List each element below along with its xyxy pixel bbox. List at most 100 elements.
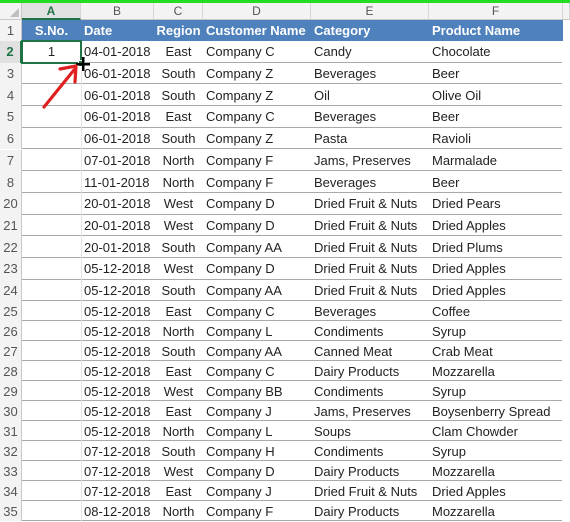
cell-region[interactable]: South	[154, 128, 203, 150]
cell-sno[interactable]	[22, 171, 81, 193]
cell-product[interactable]: Crab Meat	[429, 341, 563, 361]
cell-customer[interactable]: Company D	[203, 193, 311, 215]
row-number[interactable]: 29	[0, 381, 22, 402]
header-cell-customer-name[interactable]: Customer Name	[203, 20, 311, 41]
cell-region[interactable]: North	[154, 421, 203, 441]
cell-category[interactable]: Soups	[311, 421, 429, 441]
cell-sno[interactable]	[22, 321, 81, 341]
row-number[interactable]: 6	[0, 127, 22, 150]
cell-category[interactable]: Dried Fruit & Nuts	[311, 481, 429, 501]
row-number[interactable]: 26	[0, 321, 22, 342]
header-cell-s-no[interactable]: S.No.	[22, 20, 81, 41]
cell-date[interactable]: 08-12-2018	[81, 501, 154, 521]
row-number[interactable]: 8	[0, 171, 22, 193]
cell-category[interactable]: Jams, Preserves	[311, 401, 429, 421]
cell-date[interactable]: 07-01-2018	[81, 150, 154, 172]
cell-date[interactable]: 06-01-2018	[81, 63, 154, 85]
cell-region[interactable]: South	[154, 84, 203, 106]
cell-product[interactable]: Boysenberry Spread	[429, 401, 563, 421]
cell-product[interactable]: Dried Apples	[429, 258, 563, 280]
header-cell-product-name[interactable]: Product Name	[429, 20, 563, 41]
cell-product[interactable]: Syrup	[429, 321, 563, 341]
cell-region[interactable]: West	[154, 215, 203, 237]
cell-region[interactable]: North	[154, 321, 203, 341]
row-number[interactable]: 1	[0, 20, 22, 41]
cell-region[interactable]: North	[154, 171, 203, 193]
cell-region[interactable]: West	[154, 258, 203, 280]
cell-product[interactable]: Chocolate	[429, 41, 563, 63]
cell-customer[interactable]: Company C	[203, 301, 311, 321]
cell-product[interactable]: Mozzarella	[429, 461, 563, 481]
column-header-d[interactable]: D	[203, 3, 311, 20]
cell-category[interactable]: Dairy Products	[311, 501, 429, 521]
header-cell-date[interactable]: Date	[81, 20, 154, 41]
cell-sno[interactable]	[22, 236, 81, 258]
cell-date[interactable]: 11-01-2018	[81, 171, 154, 193]
column-header-a[interactable]: A	[22, 3, 81, 20]
cell-category[interactable]: Dried Fruit & Nuts	[311, 236, 429, 258]
cell-category[interactable]: Beverages	[311, 106, 429, 128]
cell-sno[interactable]	[22, 401, 81, 421]
row-number[interactable]: 31	[0, 421, 22, 442]
cell-category[interactable]: Oil	[311, 84, 429, 106]
cell-product[interactable]: Ravioli	[429, 128, 563, 150]
cell-product[interactable]: Syrup	[429, 441, 563, 461]
row-number[interactable]: 30	[0, 401, 22, 422]
cell-sno[interactable]	[22, 341, 81, 361]
cell-region[interactable]: East	[154, 401, 203, 421]
cell-region[interactable]: North	[154, 501, 203, 521]
cell-date[interactable]: 07-12-2018	[81, 441, 154, 461]
cell-date[interactable]: 05-12-2018	[81, 401, 154, 421]
cell-customer[interactable]: Company J	[203, 401, 311, 421]
cell-customer[interactable]: Company L	[203, 321, 311, 341]
cell-product[interactable]: Mozzarella	[429, 361, 563, 381]
cell-sno[interactable]	[22, 361, 81, 381]
cell-date[interactable]: 05-12-2018	[81, 341, 154, 361]
row-number[interactable]: 21	[0, 214, 22, 237]
cell-customer[interactable]: Company AA	[203, 236, 311, 258]
row-number[interactable]: 2	[0, 41, 22, 63]
row-number[interactable]: 35	[0, 501, 22, 522]
cell-category[interactable]: Dairy Products	[311, 361, 429, 381]
cell-customer[interactable]: Company D	[203, 215, 311, 237]
cell-customer[interactable]: Company F	[203, 171, 311, 193]
cell-region[interactable]: South	[154, 236, 203, 258]
column-header-g[interactable]	[563, 3, 570, 20]
cell-date[interactable]: 05-12-2018	[81, 258, 154, 280]
cell-date[interactable]: 20-01-2018	[81, 193, 154, 215]
cell-date[interactable]: 05-12-2018	[81, 301, 154, 321]
cell-date[interactable]: 20-01-2018	[81, 215, 154, 237]
header-cell-category[interactable]: Category	[311, 20, 429, 41]
cell-product[interactable]: Dried Pears	[429, 193, 563, 215]
cell-sno[interactable]	[22, 501, 81, 521]
cell-category[interactable]: Beverages	[311, 63, 429, 85]
cell-customer[interactable]: Company Z	[203, 128, 311, 150]
cell-customer[interactable]: Company J	[203, 481, 311, 501]
cell-customer[interactable]: Company AA	[203, 280, 311, 302]
cell-customer[interactable]: Company AA	[203, 341, 311, 361]
cell-sno[interactable]	[22, 301, 81, 321]
cell-date[interactable]: 06-01-2018	[81, 128, 154, 150]
row-number[interactable]: 5	[0, 106, 22, 128]
cell-region[interactable]: South	[154, 441, 203, 461]
cell-customer[interactable]: Company L	[203, 421, 311, 441]
cell-category[interactable]: Jams, Preserves	[311, 150, 429, 172]
row-number[interactable]: 22	[0, 236, 22, 258]
cell-date[interactable]: 05-12-2018	[81, 321, 154, 341]
cell-sno[interactable]	[22, 421, 81, 441]
cell-date[interactable]: 04-01-2018	[81, 41, 154, 63]
cell-region[interactable]: East	[154, 481, 203, 501]
cell-category[interactable]: Pasta	[311, 128, 429, 150]
row-number[interactable]: 25	[0, 301, 22, 322]
cell-region[interactable]: South	[154, 63, 203, 85]
cell-product[interactable]: Mozzarella	[429, 501, 563, 521]
cell-category[interactable]: Beverages	[311, 171, 429, 193]
cell-customer[interactable]: Company D	[203, 258, 311, 280]
cell-product[interactable]: Dried Apples	[429, 280, 563, 302]
cell-category[interactable]: Beverages	[311, 301, 429, 321]
select-all-button[interactable]	[0, 3, 22, 20]
row-number[interactable]: 32	[0, 441, 22, 462]
cell-customer[interactable]: Company C	[203, 106, 311, 128]
row-number[interactable]: 33	[0, 461, 22, 482]
cell-region[interactable]: South	[154, 341, 203, 361]
